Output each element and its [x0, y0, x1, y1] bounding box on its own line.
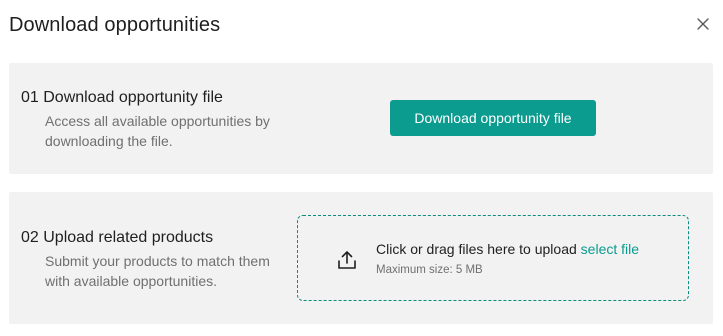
- select-file-link[interactable]: select file: [581, 241, 639, 257]
- download-section: 01 Download opportunity file Access all …: [9, 63, 713, 174]
- download-section-heading: 01 Download opportunity file: [21, 89, 223, 106]
- max-size-note: Maximum size: 5 MB: [376, 264, 483, 276]
- download-opportunity-file-button[interactable]: Download opportunity file: [390, 100, 596, 136]
- upload-section-description: Submit your products to match them with …: [45, 253, 270, 289]
- close-icon: [697, 18, 709, 30]
- dialog-title: Download opportunities: [9, 14, 221, 36]
- close-button[interactable]: [692, 13, 714, 35]
- file-dropzone[interactable]: Click or drag files here to upload selec…: [297, 215, 689, 301]
- dropzone-instructions: Click or drag files here to upload selec…: [376, 241, 639, 257]
- upload-section: 02 Upload related products Submit your p…: [9, 192, 713, 324]
- upload-icon: [338, 251, 356, 269]
- dropzone-text: Click or drag files here to upload: [376, 241, 581, 257]
- download-section-description: Access all available opportunities by do…: [45, 113, 270, 149]
- upload-section-heading: 02 Upload related products: [21, 229, 214, 246]
